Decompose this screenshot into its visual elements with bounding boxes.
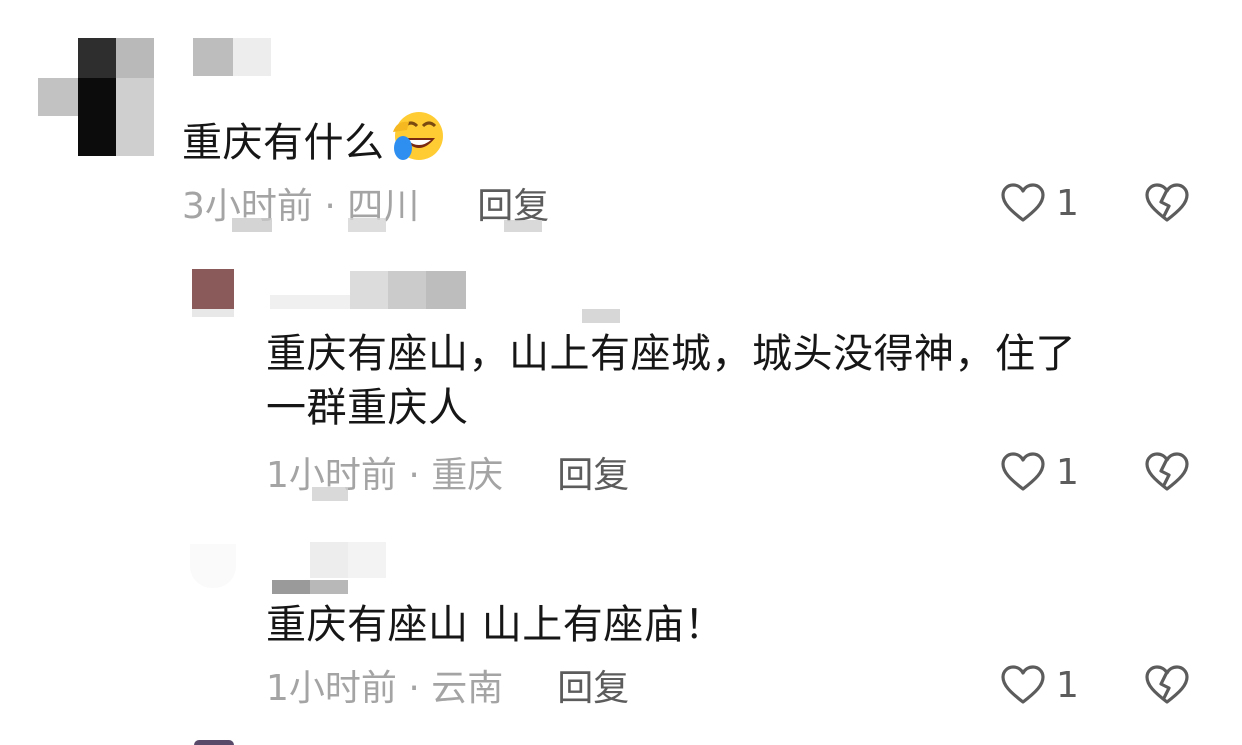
like-count: 1 [1056,664,1079,706]
avatar[interactable] [38,38,158,156]
comment-text: 重庆有什么 [182,108,445,170]
heart-outline-icon [1001,452,1045,491]
redaction-block [504,220,542,232]
comment-text: 重庆有座山，山上有座城，城头没得神，住了 一群重庆人 [266,327,1216,435]
avatar[interactable] [192,269,236,317]
heart-outline-icon [1001,183,1045,222]
redaction-block [348,218,386,232]
reply-button[interactable]: 回复 [557,659,629,711]
reply-item: 重庆有座山 山上有座庙！ 1小时前 · 云南 回复 1 [0,530,1242,745]
comment-text: 重庆有座山 山上有座庙！ [266,602,725,648]
like-count: 1 [1056,182,1079,224]
like-button[interactable]: 1 [1000,447,1079,497]
username[interactable] [272,542,392,602]
username[interactable] [193,38,273,76]
like-button[interactable]: 1 [1000,660,1079,710]
dislike-button[interactable] [1144,664,1190,710]
like-count: 1 [1056,451,1079,493]
redaction-block [312,487,348,501]
avatar[interactable] [194,740,234,745]
broken-heart-icon [1145,183,1189,222]
redaction-block [582,309,620,323]
laughing-crying-emoji-icon [392,112,443,160]
comment-item: 重庆有什么 3小时前 · 四川 回复 1 [0,0,1242,245]
broken-heart-icon [1145,665,1189,704]
reply-item: 重庆有座山，山上有座城，城头没得神，住了 一群重庆人 1小时前 · 重庆 回复 … [0,245,1242,530]
comment-text-line: 一群重庆人 [266,385,469,431]
like-button[interactable]: 1 [1000,178,1079,228]
dislike-button[interactable] [1144,182,1190,228]
heart-outline-icon [1001,665,1045,704]
timestamp-location: 1小时前 · 重庆 [266,455,504,496]
broken-heart-icon [1145,452,1189,491]
comment-text-line: 重庆有座山，山上有座城，城头没得神，住了 [266,331,1076,377]
timestamp-location: 1小时前 · 云南 [266,668,504,709]
dislike-button[interactable] [1144,451,1190,497]
username[interactable] [270,271,470,309]
avatar[interactable] [190,544,240,588]
comment-meta: 1小时前 · 云南 回复 [266,660,629,710]
reply-button[interactable]: 回复 [557,446,629,498]
redaction-block [232,218,272,232]
